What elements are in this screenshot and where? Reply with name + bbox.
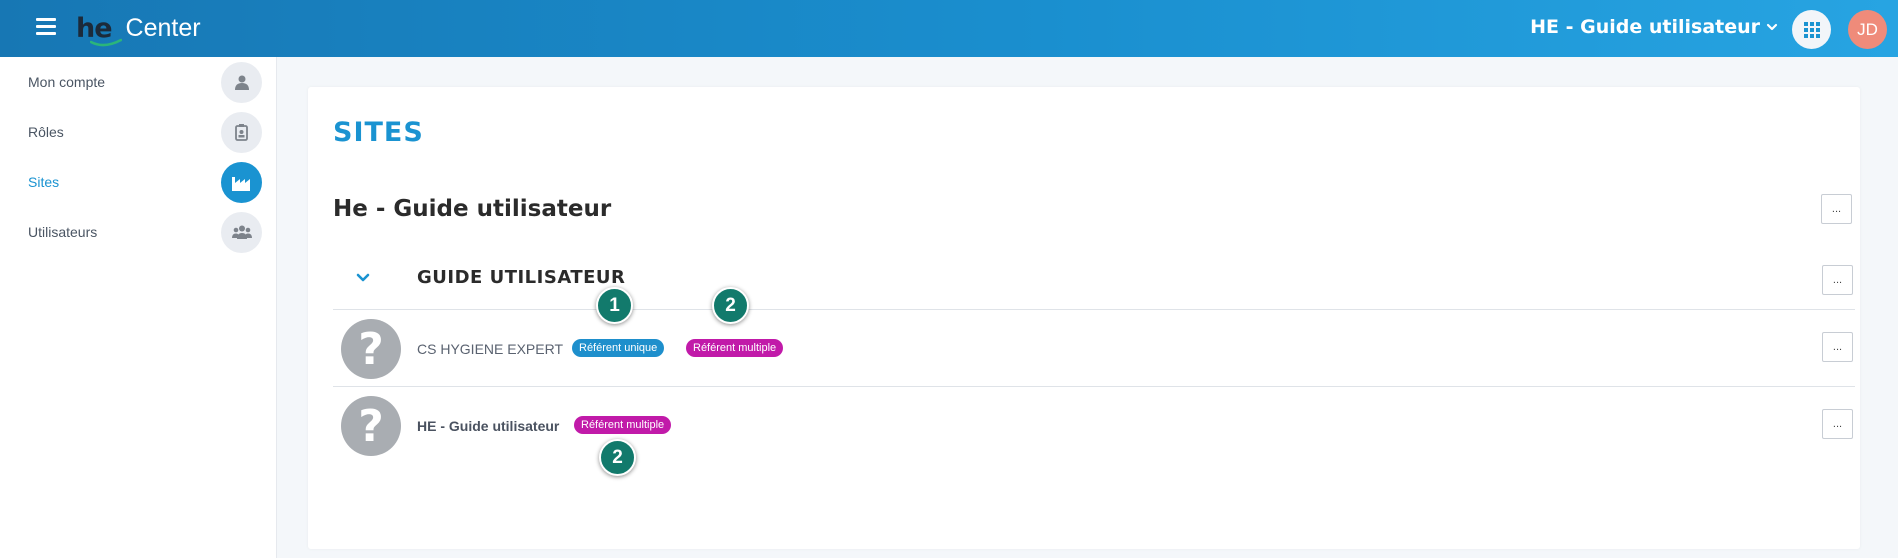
apps-button[interactable] [1792, 10, 1831, 49]
site-selector[interactable]: HE - Guide utilisateur [1530, 16, 1778, 38]
entity-name[interactable]: CS HYGIENE EXPERT [417, 341, 563, 357]
menu-icon[interactable] [36, 18, 56, 36]
chevron-down-icon[interactable] [356, 273, 370, 283]
step-marker: 2 [712, 287, 749, 324]
step-marker: 2 [599, 439, 636, 476]
site-selector-label: HE - Guide utilisateur [1530, 16, 1760, 38]
logo-swoosh-icon [90, 38, 122, 47]
sidebar: Mon compte Rôles Sites Utilisateurs [0, 57, 277, 558]
badge-referent-multiple: Référent multiple [686, 339, 784, 357]
factory-icon [221, 161, 262, 203]
sidebar-item-utilisateurs[interactable]: Utilisateurs [0, 207, 277, 257]
sidebar-item-roles[interactable]: Rôles [0, 107, 277, 157]
sidebar-item-label: Utilisateurs [28, 224, 98, 240]
user-avatar[interactable]: JD [1848, 10, 1887, 49]
site-title: He - Guide utilisateur [333, 196, 612, 222]
step-marker: 1 [596, 287, 633, 324]
sidebar-item-label: Mon compte [28, 74, 106, 90]
sidebar-item-sites[interactable]: Sites [0, 157, 277, 207]
chevron-down-icon [1766, 23, 1778, 31]
row-more-button[interactable]: ... [1822, 332, 1853, 362]
group-title: GUIDE UTILISATEUR [417, 267, 626, 288]
sidebar-item-label: Sites [28, 174, 60, 190]
sidebar-item-mon-compte[interactable]: Mon compte [0, 57, 277, 107]
grid-icon [1803, 21, 1820, 38]
divider [333, 386, 1855, 387]
row-more-button[interactable]: ... [1822, 409, 1853, 439]
top-bar: he Center HE - Guide utilisateur JD [0, 0, 1898, 57]
id-badge-icon [221, 111, 262, 153]
badge-referent-unique: Référent unique [572, 339, 665, 357]
group-more-button[interactable]: ... [1822, 265, 1853, 295]
site-more-button[interactable]: ... [1821, 194, 1852, 224]
sidebar-item-label: Rôles [28, 124, 64, 140]
entity-avatar: ? [341, 319, 401, 379]
users-icon [221, 211, 262, 253]
logo[interactable]: he Center [76, 10, 201, 47]
entity-avatar: ? [341, 396, 401, 456]
entity-name[interactable]: HE - Guide utilisateur [417, 418, 559, 434]
logo-text: Center [125, 13, 201, 42]
sites-card: SITES He - Guide utilisateur ... GUIDE U… [308, 87, 1860, 549]
page-title: SITES [333, 117, 424, 148]
user-icon [221, 61, 262, 103]
divider [333, 309, 1855, 310]
badge-referent-multiple: Référent multiple [574, 416, 672, 434]
